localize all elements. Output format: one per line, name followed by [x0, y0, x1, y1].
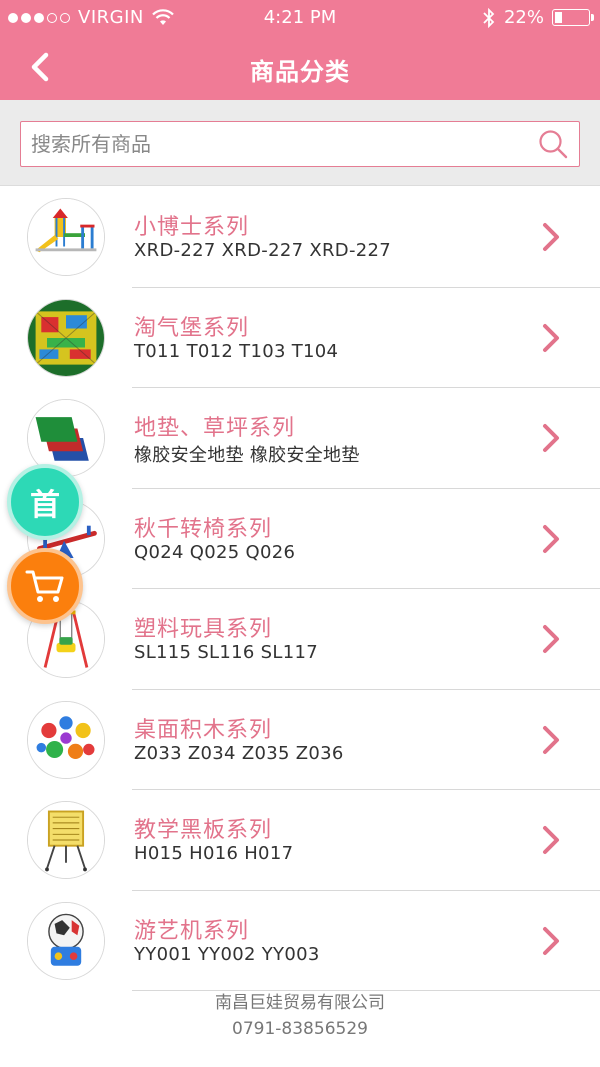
- cart-icon: [25, 570, 64, 602]
- bluetooth-icon: [483, 7, 495, 28]
- category-item[interactable]: 教学黑板系列 H015 H016 H017: [0, 790, 600, 891]
- chevron-right-icon: [543, 524, 559, 553]
- nav-bar: 商品分类: [0, 36, 600, 100]
- arcade-machine-image: [27, 901, 105, 980]
- search-area: [0, 100, 600, 186]
- status-right: 22%: [482, 7, 594, 28]
- category-title: 桌面积木系列: [134, 717, 273, 743]
- category-models: 橡胶安全地垫 橡胶安全地垫: [134, 445, 360, 466]
- category-title: 小博士系列: [134, 215, 250, 240]
- category-title: 秋千转椅系列: [134, 516, 273, 542]
- category-models: T011 T012 T103 T104: [134, 340, 339, 362]
- footer-company: 南昌巨娃贸易有限公司: [215, 993, 385, 1013]
- category-models: SL115 SL116 SL117: [134, 642, 318, 663]
- category-models: H015 H016 H017: [134, 843, 294, 864]
- search-icon[interactable]: [537, 128, 569, 160]
- search-input[interactable]: [31, 122, 521, 165]
- chevron-right-icon: [543, 725, 559, 754]
- category-models: XRD-227 XRD-227 XRD-227: [134, 240, 391, 261]
- cart-button[interactable]: [7, 548, 83, 624]
- chevron-right-icon: [543, 424, 559, 452]
- building-blocks-image: [27, 700, 105, 779]
- app-header: VIRGIN 4:21 PM 22% 商品分类: [0, 0, 600, 100]
- chevron-right-icon: [543, 625, 559, 653]
- chevron-right-icon: [543, 323, 559, 352]
- battery-icon: [552, 9, 594, 26]
- category-item[interactable]: 游艺机系列 YY001 YY002 YY003: [0, 891, 600, 992]
- category-list: 小博士系列 XRD-227 XRD-227 XRD-227 淘气堡系列 T011…: [0, 187, 600, 991]
- category-item[interactable]: 塑料玩具系列 SL115 SL116 SL117: [0, 589, 600, 690]
- category-title: 教学黑板系列: [134, 818, 273, 843]
- category-item[interactable]: 淘气堡系列 T011 T012 T103 T104: [0, 288, 600, 389]
- chevron-right-icon: [543, 223, 559, 251]
- footer: 南昌巨娃贸易有限公司 0791-83856529: [0, 990, 600, 1042]
- home-button[interactable]: 首: [7, 464, 83, 540]
- battery-percent: 22%: [503, 7, 544, 28]
- category-item[interactable]: 地垫、草坪系列 橡胶安全地垫 橡胶安全地垫: [0, 388, 600, 489]
- category-models: Q024 Q025 Q026: [134, 541, 296, 563]
- status-bar: VIRGIN 4:21 PM 22%: [0, 0, 600, 36]
- category-title: 游艺机系列: [134, 918, 250, 944]
- slide-playground-image: [27, 198, 105, 276]
- category-item[interactable]: 秋千转椅系列 Q024 Q025 Q026: [0, 489, 600, 590]
- category-title: 塑料玩具系列: [134, 617, 273, 642]
- category-item[interactable]: 小博士系列 XRD-227 XRD-227 XRD-227: [0, 187, 600, 288]
- category-models: Z033 Z034 Z035 Z036: [134, 742, 344, 764]
- category-models: YY001 YY002 YY003: [134, 943, 320, 965]
- home-icon: 首: [30, 488, 60, 523]
- chevron-right-icon: [543, 826, 559, 854]
- category-title: 地垫、草坪系列: [134, 416, 296, 441]
- chevron-right-icon: [543, 926, 559, 955]
- search-box: [20, 121, 580, 167]
- category-item[interactable]: 桌面积木系列 Z033 Z034 Z035 Z036: [0, 690, 600, 791]
- category-title: 淘气堡系列: [134, 315, 250, 341]
- teaching-board-image: [27, 801, 105, 879]
- footer-phone: 0791-83856529: [232, 1019, 368, 1039]
- page-title: 商品分类: [250, 58, 350, 86]
- indoor-playground-image: [27, 298, 105, 377]
